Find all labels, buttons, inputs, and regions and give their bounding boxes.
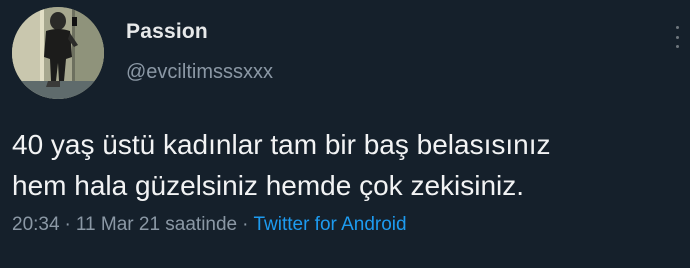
- author-display-name[interactable]: Passion: [126, 20, 208, 44]
- tweet-text-line: hem hala güzelsiniz hemde çok zekisiniz.: [12, 170, 525, 201]
- separator: ·: [242, 214, 249, 235]
- dot: [675, 26, 679, 29]
- tweet-source-link[interactable]: Twitter for Android: [253, 214, 406, 235]
- tweet-card: Passion @evciltimsssxxx 40 yaş üstü kadı…: [0, 0, 690, 268]
- dot: [675, 35, 679, 39]
- tweet-date[interactable]: 11 Mar 21 saatinde: [76, 214, 237, 235]
- author-handle[interactable]: @evciltimsssxxx: [126, 61, 273, 84]
- tweet-time[interactable]: 20:34: [12, 214, 60, 235]
- avatar[interactable]: [12, 7, 104, 99]
- tweet-text: 40 yaş üstü kadınlar tam bir baş belasıs…: [12, 124, 678, 206]
- profile-photo-image: [12, 7, 104, 99]
- tweet-meta: 20:34 · 11 Mar 21 saatinde · Twitter for And…: [12, 214, 407, 236]
- more-options-icon[interactable]: [670, 26, 684, 48]
- dot: [675, 45, 679, 48]
- separator: ·: [64, 214, 71, 235]
- tweet-text-line: 40 yaş üstü kadınlar tam bir baş belasıs…: [12, 129, 551, 160]
